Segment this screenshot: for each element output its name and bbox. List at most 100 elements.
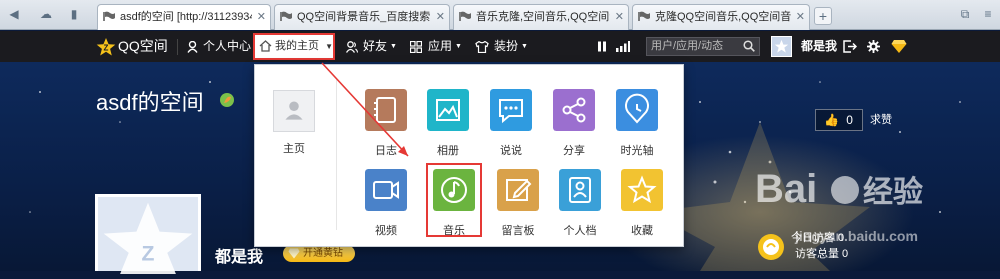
caret-down-icon: ▼: [455, 43, 462, 50]
menu-icon[interactable]: ≡: [980, 6, 996, 22]
close-icon[interactable]: ✕: [257, 5, 266, 29]
caret-down-icon: ▼: [325, 42, 333, 51]
leaf-badge-icon: [220, 93, 234, 107]
divider: [336, 80, 337, 230]
app-label: 分享: [563, 145, 585, 157]
signal-bars-icon[interactable]: [616, 41, 630, 52]
tab-title: QQ空间背景音乐_百度搜索: [297, 11, 431, 23]
star-icon: [774, 39, 789, 53]
restore-icon[interactable]: ⧉: [957, 6, 973, 22]
video-icon: [365, 169, 407, 211]
close-icon[interactable]: ✕: [615, 5, 624, 29]
person-placeholder-icon: [285, 101, 303, 120]
like-button[interactable]: 👍 0: [815, 109, 863, 131]
profile-icon: [559, 169, 601, 211]
tab-title: 音乐克隆,空间音乐,QQ空间音乐: [476, 11, 610, 23]
diamond-icon[interactable]: [891, 39, 907, 54]
app-share[interactable]: 分享: [549, 89, 599, 158]
home-shortcut[interactable]: [273, 90, 315, 132]
caret-down-icon: ▼: [390, 43, 397, 50]
star-icon: [621, 169, 663, 211]
tab-music-clone[interactable]: 音乐克隆,空间音乐,QQ空间音乐 ✕: [453, 4, 629, 30]
baidu-watermark-url: jingyan.baidu.com: [795, 228, 918, 244]
search-placeholder: 用户/应用/动态: [651, 40, 724, 52]
tshirt-icon: [475, 41, 489, 53]
svg-text:Bai: Bai: [755, 167, 817, 211]
visitor-icon: [758, 234, 784, 260]
open-yellow-diamond-button[interactable]: 开通黄钻: [283, 245, 355, 262]
logout-icon[interactable]: [843, 40, 857, 53]
flag-icon: [280, 11, 292, 21]
app-label: 相册: [437, 145, 459, 157]
app-label: 日志: [375, 145, 397, 157]
dressup-menu[interactable]: 装扮: [494, 31, 518, 62]
app-favorites[interactable]: 收藏: [617, 169, 667, 238]
search-input[interactable]: 用户/应用/动态: [646, 37, 760, 56]
friends-menu[interactable]: 好友: [363, 31, 387, 62]
qzone-logo-text[interactable]: QQ空间: [118, 31, 168, 62]
friends-icon: [346, 41, 358, 53]
app-guestbook[interactable]: 留言板: [493, 169, 543, 238]
music-highlight-box: [426, 163, 482, 237]
guestbook-icon: [497, 169, 539, 211]
like-request-label[interactable]: 求赞: [870, 109, 892, 131]
app-shuoshuo[interactable]: 说说: [486, 89, 536, 158]
my-home-label: 我的主页: [275, 40, 319, 52]
qzone-star-icon: Z: [96, 38, 116, 56]
app-label: 说说: [500, 145, 522, 157]
home-label[interactable]: 主页: [283, 140, 305, 156]
gear-icon[interactable]: [867, 40, 880, 53]
diamond-icon: [288, 248, 300, 259]
person-icon: [187, 41, 198, 53]
baidu-watermark-logo: Bai 经验: [755, 167, 923, 211]
app-video[interactable]: 视频: [361, 169, 411, 238]
share-icon: [553, 89, 595, 131]
like-count: 0: [846, 113, 853, 127]
user-avatar[interactable]: [771, 36, 792, 57]
browser-chrome: ◀ ☁ ▮ asdf的空间 [http://311239341 ✕ QQ空间背景…: [0, 0, 1000, 30]
photo-icon: [427, 89, 469, 131]
qzone-topbar: Z QQ空间 个人中心 我的主页 ▼ 好友 ▼ 应用 ▼ 装扮 ▼ 用户/应用/…: [0, 31, 1000, 62]
svg-text:Z: Z: [104, 44, 109, 53]
app-label: 个人档: [563, 225, 597, 237]
search-icon[interactable]: [743, 40, 755, 52]
sidebar-icon[interactable]: ▮: [66, 6, 82, 22]
app-label: 时光轴: [620, 145, 654, 157]
cloud-icon[interactable]: ☁: [38, 6, 54, 22]
app-label: 收藏: [631, 225, 653, 237]
back-icon[interactable]: ◀: [6, 6, 22, 22]
close-icon[interactable]: ✕: [796, 5, 805, 29]
personal-center-link[interactable]: 个人中心: [203, 31, 251, 62]
app-label: 视频: [375, 225, 397, 237]
flag-icon: [459, 11, 471, 21]
app-profile[interactable]: 个人档: [555, 169, 605, 238]
close-icon[interactable]: ✕: [436, 5, 445, 29]
visits-total: 访客总量 0: [795, 248, 849, 260]
default-avatar-star-icon: Z: [103, 202, 193, 274]
flag-icon: [103, 11, 115, 21]
chat-icon: [490, 89, 532, 131]
thumbs-up-icon: 👍: [824, 113, 839, 127]
apps-grid-icon: [410, 41, 422, 53]
svg-text:经验: 经验: [863, 175, 923, 210]
tab-qzone[interactable]: asdf的空间 [http://311239341 ✕: [97, 4, 271, 30]
my-home-dropdown: 主页 日志 相册 说说 分享 时光轴 视频 音乐 留言板 个人档 收藏: [254, 64, 684, 247]
app-photos[interactable]: 相册: [423, 89, 473, 158]
app-label: 留言板: [501, 225, 535, 237]
pause-icon[interactable]: [597, 41, 607, 52]
tab-clone-music-box[interactable]: 克隆QQ空间音乐,QQ空间音乐盒 ✕: [632, 4, 810, 30]
app-timeline[interactable]: 时光轴: [612, 89, 662, 158]
my-home-menu-button[interactable]: 我的主页 ▼: [253, 33, 335, 60]
caret-down-icon: ▼: [521, 43, 528, 50]
house-icon: [259, 40, 272, 52]
flag-icon: [638, 11, 650, 21]
tab-title: 克隆QQ空间音乐,QQ空间音乐盒: [655, 11, 791, 23]
app-diary[interactable]: 日志: [361, 89, 411, 158]
new-tab-button[interactable]: +: [814, 7, 832, 25]
diary-icon: [365, 89, 407, 131]
profile-avatar[interactable]: Z: [95, 194, 201, 274]
apps-menu[interactable]: 应用: [428, 31, 452, 62]
vip-label: 开通黄钻: [303, 248, 343, 259]
tab-baidu-search[interactable]: QQ空间背景音乐_百度搜索 ✕: [274, 4, 450, 30]
username-label[interactable]: 都是我: [801, 31, 837, 62]
